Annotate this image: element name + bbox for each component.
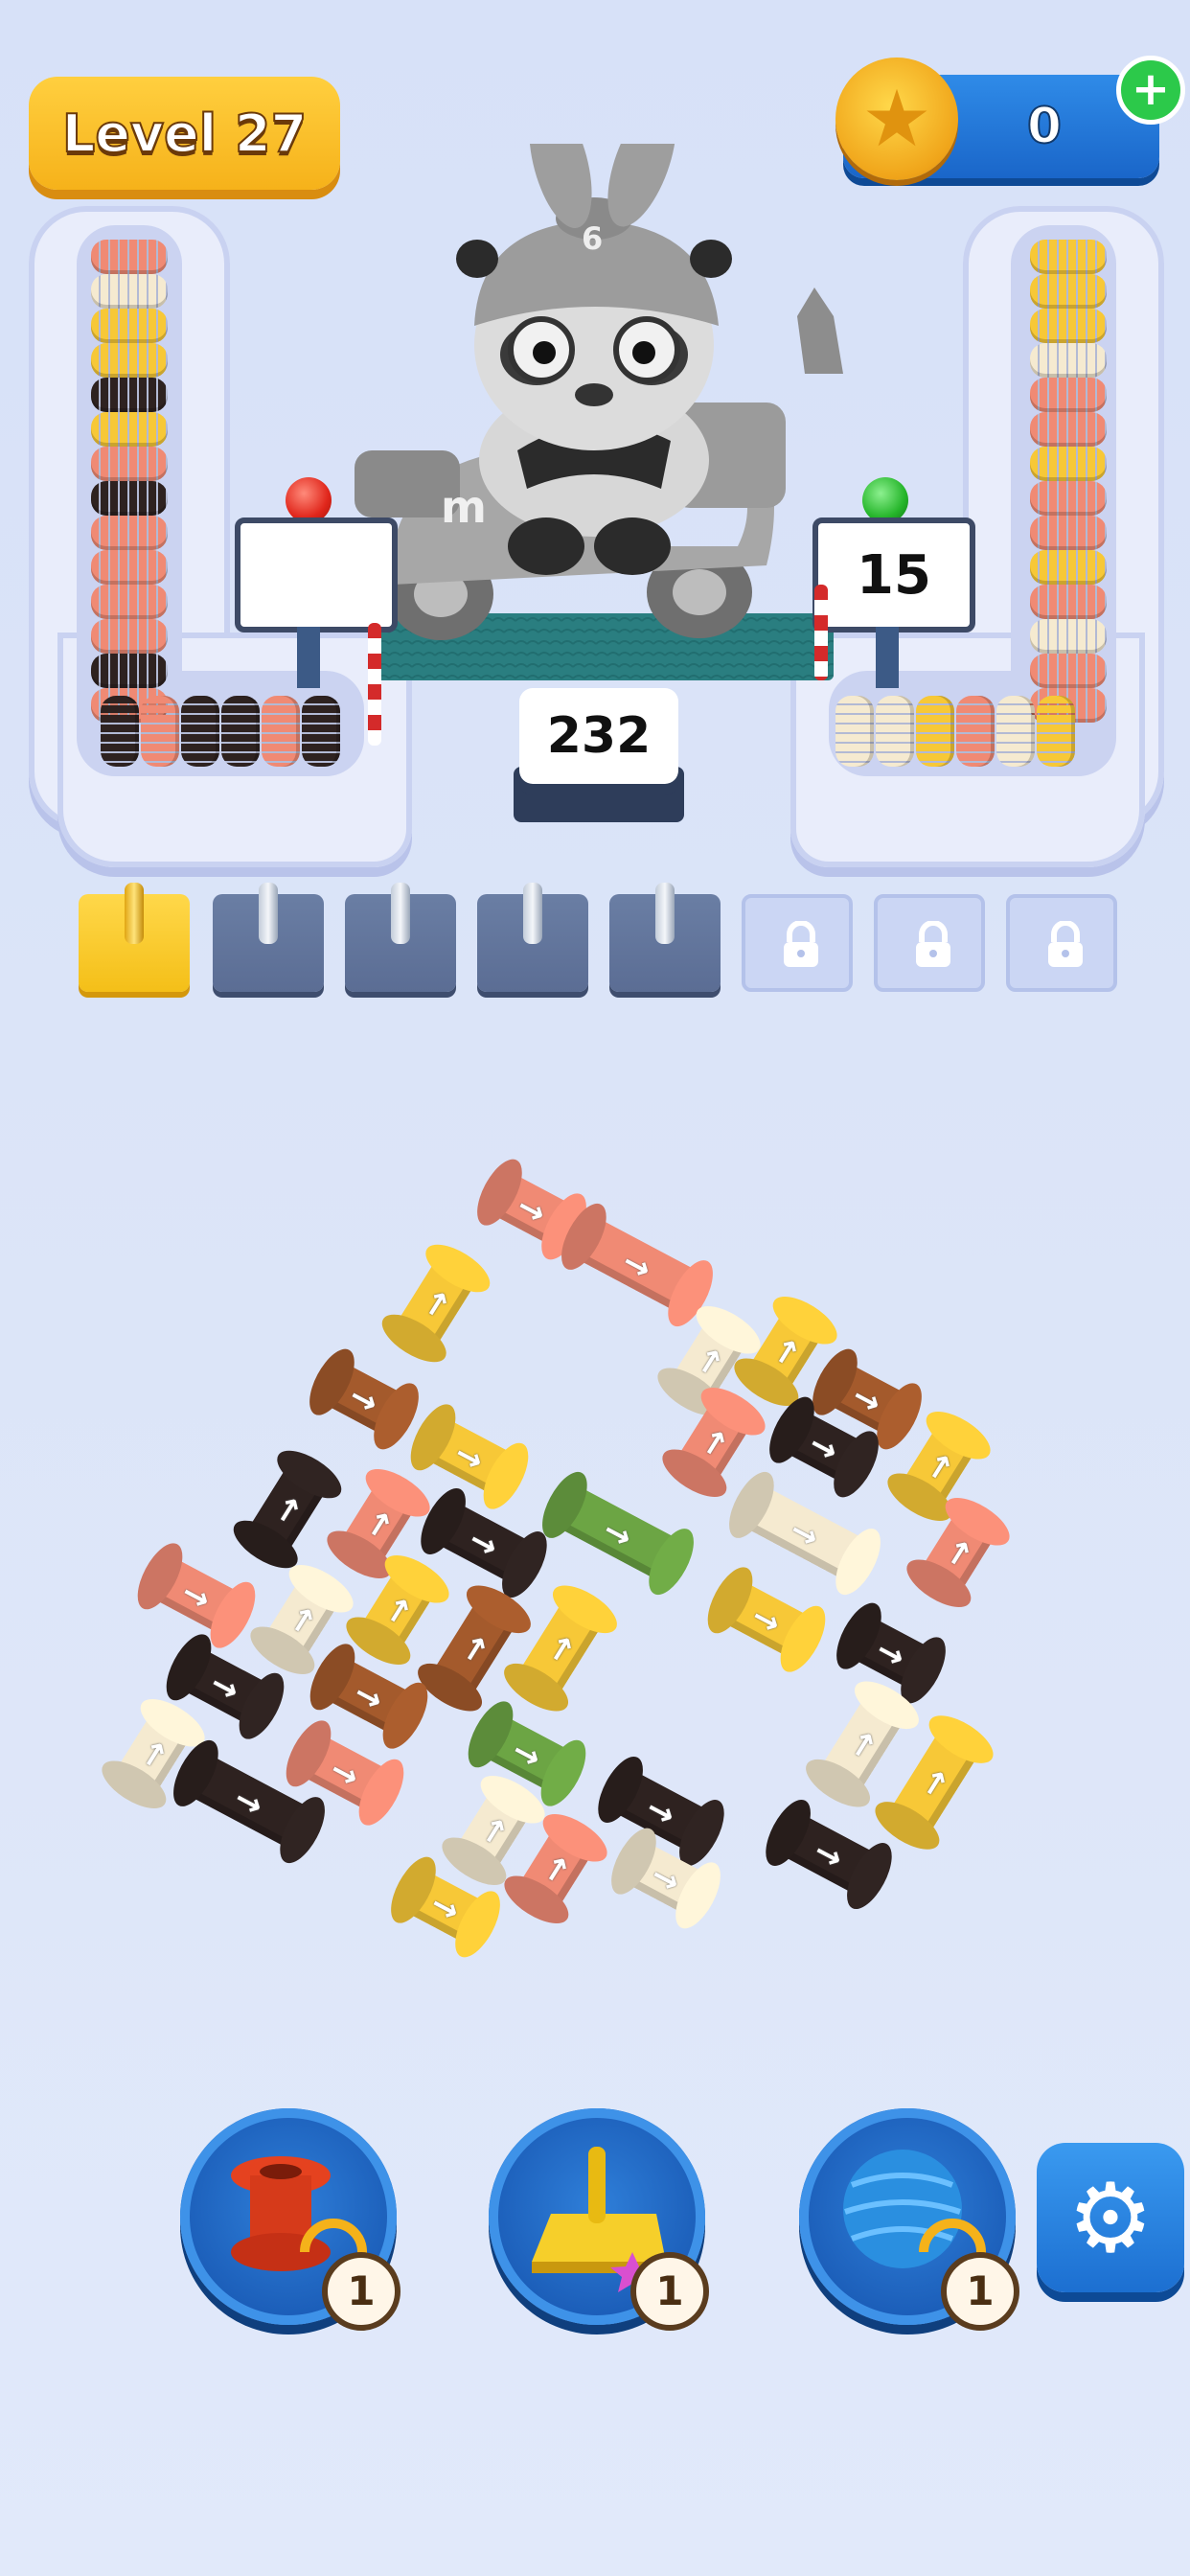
right-yarn <box>1030 447 1107 481</box>
right-yarn <box>1030 481 1107 516</box>
spool-slot-5[interactable] <box>609 883 721 992</box>
left-yarn <box>91 240 168 274</box>
booster-extra-slot-count: 1 <box>630 2252 709 2331</box>
left-sign-post <box>297 627 320 688</box>
coin-value: 0 <box>1026 97 1063 156</box>
right-bottom-yarn <box>876 696 914 767</box>
spool-slot-3[interactable] <box>345 883 456 992</box>
left-bottom-yarn <box>302 696 340 767</box>
left-yarn <box>91 619 168 654</box>
knitted-scene: m 6 <box>355 97 853 680</box>
right-yarn <box>1030 274 1107 309</box>
svg-text:6: 6 <box>582 220 603 257</box>
right-bottom-yarn <box>835 696 874 767</box>
left-status-light <box>286 477 332 523</box>
right-yarn <box>1030 378 1107 412</box>
left-yarn <box>91 654 168 688</box>
right-yarn <box>1030 585 1107 619</box>
right-counter-sign: 15 <box>812 518 975 632</box>
left-yarn <box>91 516 168 550</box>
spool-slot-6[interactable] <box>742 894 853 992</box>
level-label: Level 27 <box>61 103 308 165</box>
svg-text:m: m <box>441 481 487 533</box>
left-bottom-yarn <box>262 696 300 767</box>
left-bottom-yarn <box>221 696 260 767</box>
right-yarn <box>1030 309 1107 343</box>
lock-icon <box>916 921 950 967</box>
add-coins-button[interactable]: + <box>1116 56 1185 125</box>
star-coin-icon: ★ <box>835 58 958 180</box>
right-counter-value: 15 <box>857 543 931 607</box>
booster-swap-count: 1 <box>322 2252 400 2331</box>
slot-peg <box>523 883 542 944</box>
left-yarn <box>91 343 168 378</box>
booster-swap-spool-button[interactable]: 1 <box>180 2108 400 2331</box>
left-bottom-yarn <box>181 696 219 767</box>
gear-icon: ⚙ <box>1067 2161 1154 2274</box>
slot-peg <box>655 883 675 944</box>
remaining-counter: 232 <box>519 688 678 784</box>
booster-shuffle-count: 1 <box>941 2252 1019 2331</box>
right-bottom-yarn <box>1037 696 1075 767</box>
left-bottom-yarn <box>101 696 139 767</box>
left-yarn <box>91 378 168 412</box>
spool-slot-1[interactable] <box>79 883 190 992</box>
slot-peg <box>391 883 410 944</box>
right-barrier-pole <box>814 585 828 680</box>
settings-button[interactable]: ⚙ <box>1037 2143 1184 2292</box>
left-yarn <box>91 412 168 447</box>
right-yarn <box>1030 619 1107 654</box>
lock-icon <box>1048 921 1083 967</box>
right-status-light <box>862 477 908 523</box>
spool-slot-8[interactable] <box>1006 894 1117 992</box>
booster-extra-slot-button[interactable]: 1 <box>489 2108 709 2331</box>
right-yarn <box>1030 516 1107 550</box>
left-yarn <box>91 550 168 585</box>
right-yarn <box>1030 550 1107 585</box>
right-bottom-yarn <box>956 696 995 767</box>
remaining-count: 232 <box>546 707 652 765</box>
left-yarn <box>91 481 168 516</box>
right-bottom-yarn <box>996 696 1035 767</box>
spool-slot-4[interactable] <box>477 883 588 992</box>
right-yarn <box>1030 240 1107 274</box>
left-yarn <box>91 309 168 343</box>
game-screen: Level 27 0 ★ + m 6 15 232 1 1 1 ⚙ → → → … <box>0 0 1190 2576</box>
spool-slot-2[interactable] <box>213 883 324 992</box>
right-yarn <box>1030 343 1107 378</box>
left-barrier-pole <box>368 623 381 746</box>
level-indicator: Level 27 <box>29 77 340 190</box>
left-bottom-yarn <box>141 696 179 767</box>
right-bottom-yarn <box>916 696 954 767</box>
left-yarn <box>91 447 168 481</box>
right-yarn <box>1030 412 1107 447</box>
slot-peg <box>259 883 278 944</box>
lock-icon <box>784 921 818 967</box>
left-yarn <box>91 585 168 619</box>
booster-shuffle-yarn-button[interactable]: 1 <box>799 2108 1019 2331</box>
left-counter-sign <box>235 518 398 632</box>
left-yarn <box>91 274 168 309</box>
slot-peg <box>125 883 144 944</box>
right-sign-post <box>876 627 899 688</box>
spool-slot-7[interactable] <box>874 894 985 992</box>
right-yarn <box>1030 654 1107 688</box>
